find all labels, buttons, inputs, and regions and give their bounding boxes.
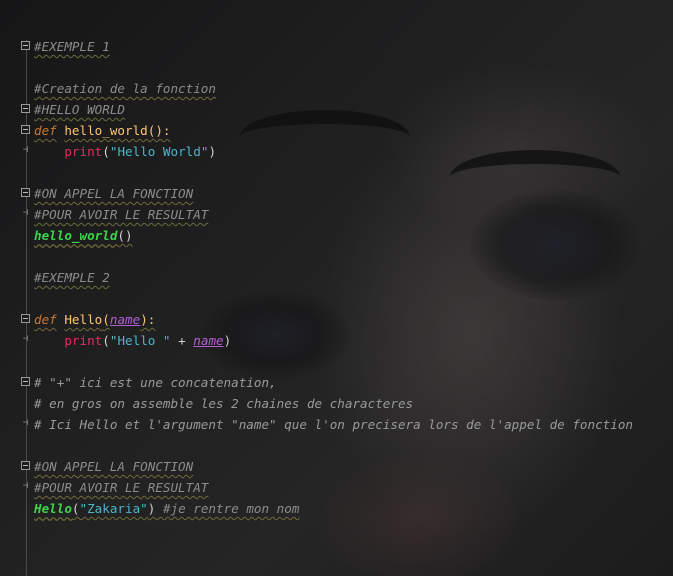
fold-end-icon: ⊣ (22, 208, 29, 218)
code-line-1: #EXEMPLE 1 (0, 36, 673, 57)
paren: ( (102, 312, 110, 327)
paren: ( (102, 144, 110, 159)
function-definition: def hello_world(): (34, 120, 171, 141)
function-name: hello_world (64, 123, 148, 138)
code-line-18: # en gros on assemble les 2 chaines de c… (0, 393, 673, 414)
paren: ) (223, 333, 232, 348)
fold-end-icon: ⊣ (22, 145, 29, 155)
fold-toggle-icon[interactable] (21, 104, 30, 113)
comment: #EXEMPLE 1 (34, 39, 110, 54)
code-line-22: ⊣ #POUR AVOIR LE RESULTAT (0, 477, 673, 498)
call-name: Hello (34, 501, 72, 516)
parameter: name (109, 312, 141, 327)
fold-end-icon: ⊣ (22, 418, 29, 428)
print-statement: print("Hello World") (34, 141, 216, 162)
code-line-19: ⊣ # Ici Hello et l'argument "name" que l… (0, 414, 673, 435)
comment: #POUR AVOIR LE RESULTAT (34, 207, 209, 222)
comment: # en gros on assemble les 2 chaines de c… (34, 396, 414, 411)
code-line-23: Hello("Zakaria") #je rentre mon nom (0, 498, 673, 519)
string: "Hello World" (109, 144, 209, 159)
paren: ( (102, 333, 110, 348)
fold-toggle-icon[interactable] (21, 461, 30, 470)
code-line-10: hello_world() (0, 225, 673, 246)
paren: ) (208, 144, 217, 159)
code-line-8: #ON APPEL LA FONCTION (0, 183, 673, 204)
comment: # Ici Hello et l'argument "name" que l'o… (34, 417, 633, 432)
comment: #Creation de la fonction (34, 81, 216, 96)
fold-end-icon: ⊣ (22, 481, 29, 491)
keyword: def (34, 123, 57, 138)
code-line-15: ⊣ print("Hello " + name) (0, 330, 673, 351)
code-line-4: #HELLO WORLD (0, 99, 673, 120)
call-name: hello_world (34, 228, 118, 243)
fold-toggle-icon[interactable] (21, 314, 30, 323)
builtin: print (64, 333, 103, 348)
code-editor[interactable]: #EXEMPLE 1 #Creation de la fonction #HEL… (0, 36, 673, 519)
builtin: print (64, 144, 103, 159)
function-call: hello_world() (34, 225, 133, 246)
function-call: Hello("Zakaria") #je rentre mon nom (34, 498, 299, 519)
code-line-6: ⊣ print("Hello World") (0, 141, 673, 162)
parameter: name (193, 333, 224, 348)
code-line-3: #Creation de la fonction (0, 78, 673, 99)
function-name: Hello (64, 312, 103, 327)
code-line-5: def hello_world(): (0, 120, 673, 141)
code-line-17: # "+" ici est une concatenation, (0, 372, 673, 393)
fold-toggle-icon[interactable] (21, 188, 30, 197)
comment: #POUR AVOIR LE RESULTAT (34, 480, 209, 495)
punctuation: (): (147, 123, 171, 138)
paren: () (117, 228, 133, 243)
comment: #ON APPEL LA FONCTION (34, 459, 194, 474)
print-statement: print("Hello " + name) (34, 330, 231, 351)
fold-toggle-icon[interactable] (21, 41, 30, 50)
inline-comment: #je rentre mon nom (155, 501, 300, 516)
fold-end-icon: ⊣ (22, 334, 29, 344)
code-line-21: #ON APPEL LA FONCTION (0, 456, 673, 477)
string: "Zakaria" (79, 501, 148, 516)
fold-toggle-icon[interactable] (21, 377, 30, 386)
comment: #ON APPEL LA FONCTION (34, 186, 194, 201)
paren: ): (140, 312, 156, 327)
comment: #EXEMPLE 2 (34, 270, 110, 285)
operator: + (170, 333, 194, 348)
code-line-12: #EXEMPLE 2 (0, 267, 673, 288)
code-line-14: def Hello(name): (0, 309, 673, 330)
comment: #HELLO WORLD (34, 102, 125, 117)
comment: # "+" ici est une concatenation, (34, 375, 277, 390)
string: "Hello " (109, 333, 171, 348)
function-definition: def Hello(name): (34, 309, 155, 330)
code-line-9: ⊣ #POUR AVOIR LE RESULTAT (0, 204, 673, 225)
fold-toggle-icon[interactable] (21, 125, 30, 134)
paren: ( (71, 501, 80, 516)
keyword: def (34, 312, 57, 327)
